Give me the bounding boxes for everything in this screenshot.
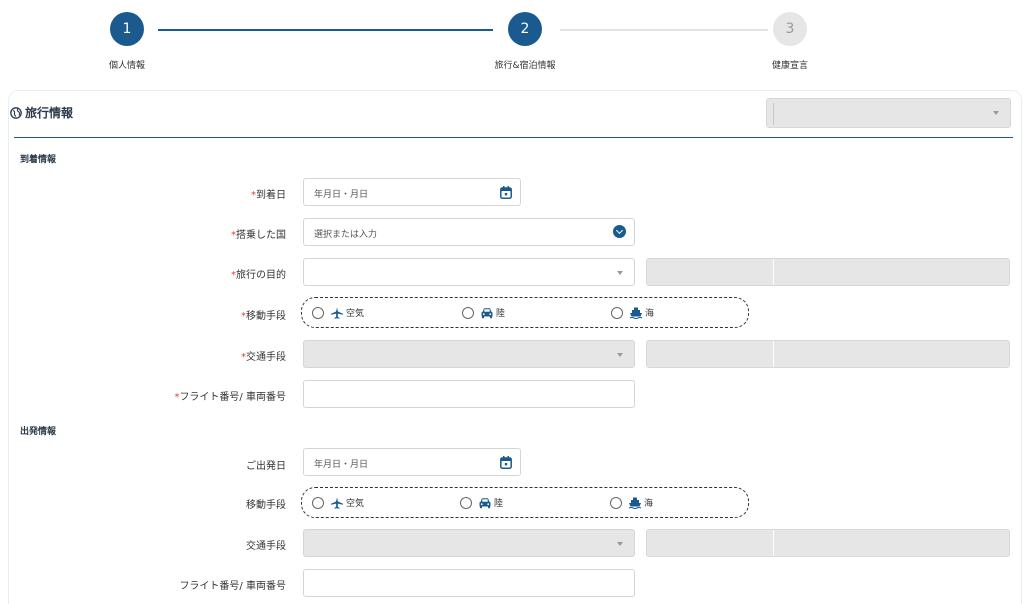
departure-mode-radio-group: 空気 陸 海 [301,487,749,518]
departure-flight-input[interactable] [303,569,635,597]
boarding-country-label-text: 搭乗した国 [236,230,286,241]
arrival-mode-sea[interactable]: 海 [611,306,654,319]
departure-flight-label-text: フライト番号/ 車両番号 [179,581,286,592]
departure-date-label: ご出発日 [246,457,286,472]
departure-mode-land-label: 陸 [494,499,504,509]
arrival-mode-label: *移動手段 [241,307,286,322]
departure-mode-label-text: 移動手段 [246,500,286,511]
airplane-icon [331,307,343,319]
chevron-down-icon [617,353,623,357]
step-2-label: 旅行&宿泊情報 [494,61,556,71]
boarding-country-placeholder: 選択または入力 [314,230,378,240]
car-icon [479,497,491,508]
radio-button[interactable] [462,306,474,319]
arrival-date-input[interactable]: 年月日・月日 [303,178,521,206]
radio-button[interactable] [312,496,324,509]
departure-transport-divider [773,530,774,556]
boarding-country-select[interactable]: 選択または入力 [303,218,635,246]
departure-transport-other [646,529,1010,557]
step-3-label: 健康宣言 [771,61,808,71]
step-1-circle[interactable]: 1 [110,12,144,46]
departure-mode-sea-label: 海 [644,499,654,509]
ship-icon [628,497,642,509]
arrival-transport-other [646,340,1010,368]
chevron-down-icon [993,111,999,115]
purpose-other-divider [773,259,774,285]
calendar-icon[interactable] [500,456,512,469]
section-title: 旅行情報 [25,106,74,120]
chevron-down-icon [617,271,623,275]
departure-mode-air-label: 空気 [346,499,365,509]
calendar-icon[interactable] [500,186,512,199]
radio-button[interactable] [312,306,324,319]
arrival-transport-divider [773,341,774,367]
arrival-mode-air-label: 空気 [346,309,365,319]
header-select-divider [773,103,774,125]
radio-button[interactable] [611,306,623,319]
chevron-down-icon [617,542,623,546]
section-divider [14,137,1013,138]
purpose-label-text: 旅行の目的 [236,270,286,281]
arrival-flight-input[interactable] [303,380,635,408]
arrival-transport-label: *交通手段 [241,348,286,363]
step-3-circle[interactable]: 3 [773,12,807,46]
airplane-icon [331,497,343,509]
chevron-down-icon [613,225,626,238]
departure-flight-label: フライト番号/ 車両番号 [179,577,286,592]
purpose-other-field [646,258,1010,286]
step-connector-todo [560,29,768,31]
purpose-select[interactable] [303,258,635,286]
departure-group-title: 出発情報 [20,427,57,437]
radio-button[interactable] [460,496,472,509]
progress-stepper: 1 個人情報 2 旅行&宿泊情報 3 健康宣言 [0,0,1024,80]
car-icon [481,307,493,318]
arrival-transport-select[interactable] [303,340,635,368]
arrival-flight-label-text: フライト番号/ 車両番号 [179,392,286,403]
purpose-label: *旅行の目的 [231,266,286,281]
radio-button[interactable] [610,496,622,509]
step-1-label: 個人情報 [108,61,145,71]
departure-transport-select[interactable] [303,529,635,557]
departure-mode-label: 移動手段 [246,496,286,511]
departure-mode-air[interactable]: 空気 [312,496,364,509]
arrival-flight-label: *フライト番号/ 車両番号 [174,388,286,403]
arrival-date-label: *到着日 [251,186,286,201]
departure-date-input[interactable]: 年月日・月日 [303,448,521,476]
header-select[interactable] [766,98,1011,128]
boarding-country-label: *搭乗した国 [231,226,286,241]
arrival-transport-label-text: 交通手段 [246,352,286,363]
arrival-date-placeholder: 年月日・月日 [314,190,369,200]
globe-icon [10,106,22,119]
departure-transport-label-text: 交通手段 [246,541,286,552]
arrival-mode-land[interactable]: 陸 [462,306,505,319]
arrival-mode-air[interactable]: 空気 [312,306,364,319]
departure-mode-land[interactable]: 陸 [460,496,503,509]
ship-icon [629,307,643,319]
departure-date-placeholder: 年月日・月日 [314,460,369,470]
step-2-circle[interactable]: 2 [508,12,542,46]
arrival-mode-radio-group: 空気 陸 海 [301,297,749,328]
step-connector-done [158,29,493,31]
departure-mode-sea[interactable]: 海 [610,496,653,509]
arrival-group-title: 到着情報 [20,155,57,165]
arrival-mode-sea-label: 海 [645,309,655,319]
departure-date-label-text: ご出発日 [246,461,286,472]
arrival-date-label-text: 到着日 [256,190,286,201]
departure-transport-label: 交通手段 [246,537,286,552]
arrival-mode-land-label: 陸 [496,309,506,319]
arrival-mode-label-text: 移動手段 [246,311,286,322]
section-header: 旅行情報 [10,104,73,121]
